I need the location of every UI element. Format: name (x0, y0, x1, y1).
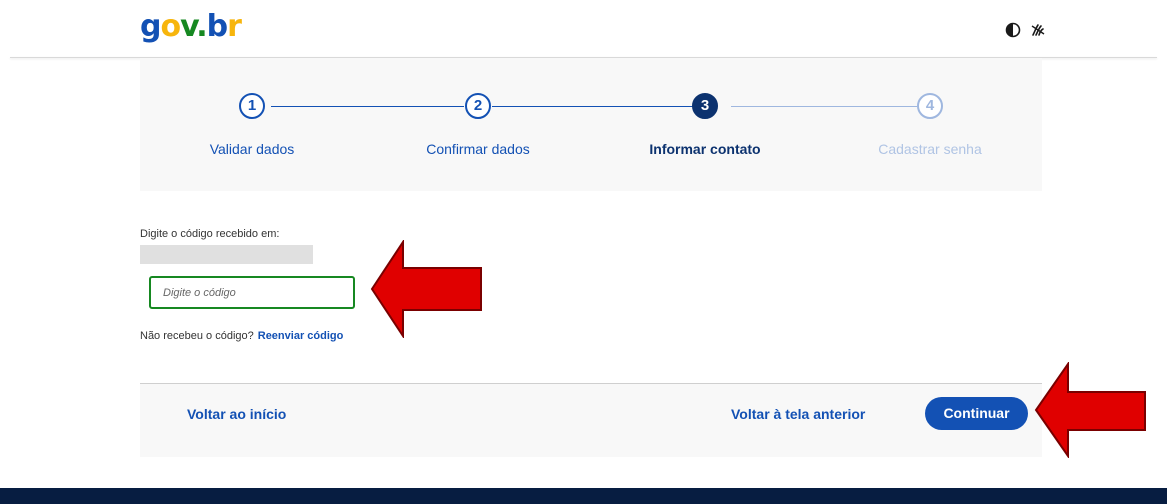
resend-question: Não recebeu o código? (140, 330, 254, 342)
logo-letter: r (227, 9, 242, 44)
resend-code-link[interactable]: Reenviar código (258, 330, 344, 342)
annotation-arrow-right (1034, 362, 1146, 458)
annotation-arrow-left (370, 240, 482, 338)
masked-contact (140, 245, 313, 264)
back-previous-button[interactable]: Voltar à tela anterior (731, 406, 865, 422)
code-prompt: Digite o código recebido em: (140, 228, 280, 240)
contrast-icon[interactable] (1005, 22, 1021, 38)
step-connector (492, 106, 705, 107)
logo-letter: g (140, 9, 162, 44)
step-connector (271, 106, 464, 107)
step-4-circle: 4 (917, 93, 943, 119)
step-connector (731, 106, 917, 107)
step-1-circle: 1 (239, 93, 265, 119)
step-4-label: Cadastrar senha (878, 141, 982, 157)
step-3-label: Informar contato (649, 141, 761, 157)
resend-row: Não recebeu o código? Reenviar código (140, 330, 343, 342)
back-to-start-button[interactable]: Voltar ao início (187, 406, 286, 422)
site-header: gov.br (0, 0, 1167, 58)
logo-letter: . (196, 9, 207, 44)
step-1-label: Validar dados (209, 141, 295, 157)
step-2-label: Confirmar dados (426, 141, 530, 157)
sign-language-icon[interactable] (1030, 22, 1046, 38)
step-2-circle: 2 (465, 93, 491, 119)
action-bar: Voltar ao início Voltar à tela anterior … (140, 383, 1042, 457)
code-input[interactable] (149, 276, 355, 309)
govbr-logo[interactable]: gov.br (140, 9, 242, 44)
continue-button[interactable]: Continuar (925, 397, 1028, 430)
logo-letter: b (206, 9, 229, 44)
logo-letter: v (180, 9, 197, 44)
site-footer (0, 488, 1167, 504)
logo-letter: o (160, 9, 181, 44)
progress-stepper: 1 2 3 4 Validar dados Confirmar dados In… (140, 58, 1042, 191)
step-3-circle: 3 (692, 93, 718, 119)
